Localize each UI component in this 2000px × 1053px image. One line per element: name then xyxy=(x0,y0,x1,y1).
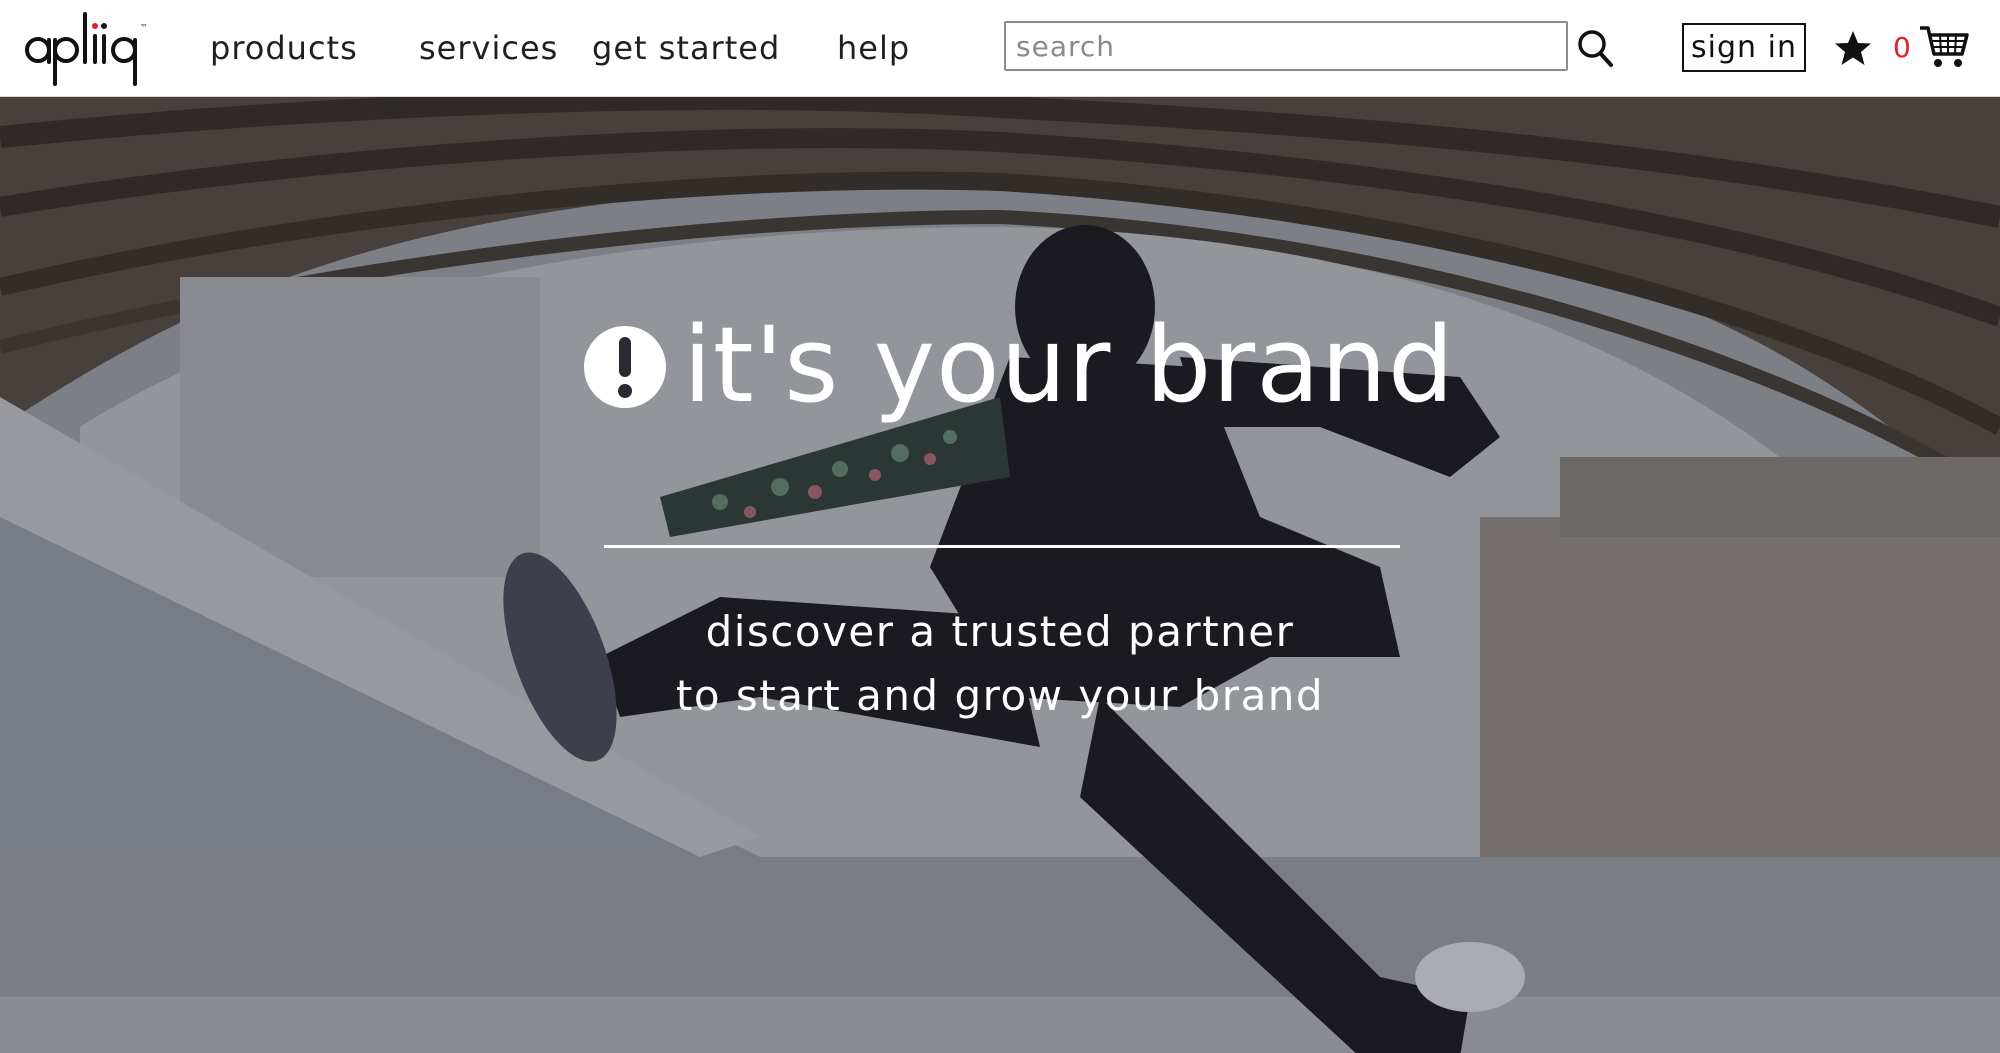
hero-tagline: discover a trusted partner to start and … xyxy=(500,600,1500,728)
tagline-line-1: discover a trusted partner xyxy=(705,607,1295,656)
nav-services[interactable]: services xyxy=(419,28,558,68)
hero-headline-row: it's your brand xyxy=(583,305,1454,425)
nav-help[interactable]: help xyxy=(837,28,910,68)
site-header: ™ products services get started help sig… xyxy=(0,0,2000,97)
apliiq-logo[interactable]: ™ xyxy=(24,6,156,90)
cart-icon[interactable] xyxy=(1918,24,1970,70)
hero-banner xyxy=(0,97,2000,1053)
star-icon[interactable] xyxy=(1833,28,1873,68)
apliiq-logo-mark: ™ xyxy=(25,12,148,86)
search-icon[interactable] xyxy=(1576,28,1614,68)
tagline-line-2: to start and grow your brand xyxy=(675,671,1325,720)
search-input[interactable] xyxy=(1004,21,1568,71)
cart-count: 0 xyxy=(1893,31,1911,64)
hero-headline: it's your brand xyxy=(683,304,1455,426)
headline-divider xyxy=(604,545,1400,548)
hero-overlay xyxy=(0,97,2000,1053)
nav-products[interactable]: products xyxy=(210,28,358,68)
nav-get-started[interactable]: get started xyxy=(592,28,780,68)
exclamation-circle-icon xyxy=(583,325,667,409)
trademark-mark: ™ xyxy=(140,23,148,32)
sign-in-button[interactable]: sign in xyxy=(1682,23,1806,72)
